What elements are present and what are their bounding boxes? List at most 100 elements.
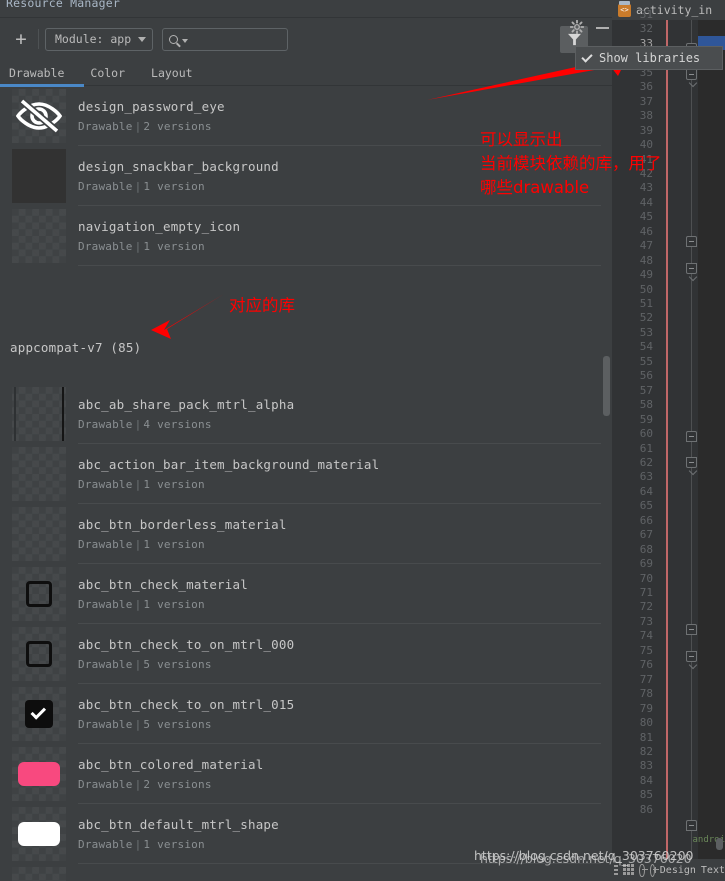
line-number: 38 bbox=[639, 109, 653, 123]
library-group-label: appcompat-v7 (85) bbox=[10, 339, 142, 355]
line-number: 60 bbox=[639, 427, 653, 441]
resource-name: design_snackbar_background bbox=[78, 159, 279, 174]
show-libraries-menu-item[interactable]: Show libraries bbox=[575, 46, 723, 70]
list-item[interactable]: abc_action_bar_item_background_material … bbox=[0, 444, 612, 504]
minimize-icon[interactable] bbox=[596, 27, 609, 29]
line-number: 31 bbox=[639, 8, 653, 21]
list-item[interactable]: abc_btn_check_material Drawable | 1 versio… bbox=[0, 564, 612, 624]
chevron-down-icon bbox=[182, 39, 189, 43]
list-item[interactable]: abc_btn_colored_material Drawable | 2 vers… bbox=[0, 744, 612, 804]
line-number: 65 bbox=[639, 499, 653, 513]
editor-code-area[interactable] bbox=[698, 20, 725, 860]
line-number: 57 bbox=[639, 383, 653, 397]
funnel-icon bbox=[567, 33, 581, 46]
line-number: 86 bbox=[639, 802, 653, 816]
meta-separator: | bbox=[134, 838, 142, 851]
resource-type: Drawable bbox=[78, 778, 133, 791]
fold-marker[interactable] bbox=[686, 431, 697, 442]
fold-marker[interactable] bbox=[686, 236, 697, 247]
resource-meta: Drawable | 1 version bbox=[78, 240, 240, 253]
tab-layout[interactable]: Layout bbox=[151, 66, 207, 80]
module-selector[interactable]: Module: app bbox=[45, 27, 154, 51]
xml-file-icon: <> bbox=[618, 0, 631, 17]
resource-name: abc_btn_check_to_on_mtrl_015 bbox=[78, 697, 295, 712]
resource-thumbnail bbox=[12, 209, 66, 263]
line-number: 49 bbox=[639, 268, 653, 282]
resource-name: navigation_empty_icon bbox=[78, 219, 241, 234]
line-number: 69 bbox=[639, 557, 653, 571]
resource-name: abc_btn_check_material bbox=[78, 577, 248, 592]
editor-scrollbar-thumb[interactable] bbox=[716, 838, 723, 850]
resource-type: Drawable bbox=[78, 658, 133, 671]
fold-marker[interactable] bbox=[686, 820, 697, 831]
show-libraries-label: Show libraries bbox=[599, 51, 701, 65]
editor-tabbar: <> activity_in bbox=[612, 0, 725, 20]
tab-text[interactable]: Text bbox=[701, 865, 725, 876]
list-item[interactable]: abc_btn_borderless_material Drawable | 1 v… bbox=[0, 504, 612, 564]
meta-separator: | bbox=[134, 120, 142, 133]
check-icon bbox=[30, 704, 47, 720]
line-number: 63 bbox=[639, 470, 653, 484]
resource-versions: 1 version bbox=[143, 240, 205, 253]
toolbar-divider bbox=[38, 29, 39, 49]
resource-text: abc_ab_share_pack_mtrl_alpha Drawable | 4 … bbox=[78, 397, 294, 431]
coverage-marker-line bbox=[666, 20, 668, 860]
line-number: 47 bbox=[639, 239, 653, 253]
panel-toolbar: + Module: app bbox=[0, 18, 612, 60]
resource-name: abc_ab_share_pack_mtrl_alpha bbox=[78, 397, 295, 412]
resource-name: abc_btn_colored_material bbox=[78, 757, 264, 772]
list-item[interactable]: abc_btn_check_to_on_mtrl_000 Drawable | 5 … bbox=[0, 624, 612, 684]
resource-versions: 1 version bbox=[143, 598, 205, 611]
line-number: 85 bbox=[639, 788, 653, 802]
fold-marker[interactable] bbox=[686, 457, 697, 468]
line-number: 56 bbox=[639, 369, 653, 383]
annotation-libraries-note: 可以显示出 当前模块依赖的库，用了 哪些drawable bbox=[480, 130, 662, 197]
line-number: 68 bbox=[639, 542, 653, 556]
panel-scrollbar[interactable] bbox=[601, 86, 612, 881]
line-number: 77 bbox=[639, 672, 653, 686]
checkbox-unchecked-icon bbox=[26, 641, 52, 667]
line-number: 53 bbox=[639, 325, 653, 339]
fold-marker[interactable] bbox=[686, 69, 697, 80]
gear-icon[interactable] bbox=[570, 20, 584, 34]
line-number: 36 bbox=[639, 80, 653, 94]
meta-separator: | bbox=[134, 598, 142, 611]
resource-meta: Drawable | 2 versions bbox=[78, 778, 263, 791]
list-item[interactable] bbox=[0, 864, 612, 881]
resource-type: Drawable bbox=[78, 418, 133, 431]
add-resource-button[interactable]: + bbox=[8, 26, 34, 52]
resource-type: Drawable bbox=[78, 538, 133, 551]
chevron-down-icon bbox=[138, 36, 147, 42]
resource-type: Drawable bbox=[78, 838, 133, 851]
library-group-header[interactable]: appcompat-v7 (85) bbox=[0, 334, 612, 360]
line-number: 46 bbox=[639, 224, 653, 238]
resource-text: abc_btn_check_to_on_mtrl_000 Drawable | 5 … bbox=[78, 637, 294, 671]
resource-list[interactable]: design_password_eye Drawable | 2 versions … bbox=[0, 86, 612, 881]
list-item[interactable]: navigation_empty_icon Drawable | 1 version bbox=[0, 206, 612, 266]
search-input[interactable] bbox=[162, 27, 289, 51]
line-number: 79 bbox=[639, 701, 653, 715]
resource-thumbnail bbox=[12, 807, 66, 861]
line-number: 74 bbox=[639, 629, 653, 643]
resource-thumbnail bbox=[12, 627, 66, 681]
fold-marker[interactable] bbox=[686, 624, 697, 635]
resource-thumbnail bbox=[12, 447, 66, 501]
panel-scrollbar-thumb[interactable] bbox=[603, 356, 610, 416]
resource-versions: 1 version bbox=[143, 538, 205, 551]
resource-versions: 1 version bbox=[143, 838, 205, 851]
tab-drawable[interactable]: Drawable bbox=[9, 66, 78, 80]
resource-manager-screen: Resource Manager + Module: app Drawable … bbox=[0, 0, 725, 881]
tab-color[interactable]: Color bbox=[90, 66, 139, 80]
line-number: 80 bbox=[639, 716, 653, 730]
list-item[interactable]: abc_ab_share_pack_mtrl_alpha Drawable | 4 … bbox=[0, 384, 612, 444]
line-number: 58 bbox=[639, 398, 653, 412]
resource-text: abc_action_bar_item_background_material … bbox=[78, 457, 379, 491]
resource-thumbnail bbox=[12, 387, 66, 441]
tab-design[interactable]: Design bbox=[660, 865, 696, 876]
resource-thumbnail bbox=[12, 867, 66, 881]
fold-marker[interactable] bbox=[686, 263, 697, 274]
fold-marker[interactable] bbox=[686, 651, 697, 662]
meta-separator: | bbox=[134, 180, 142, 193]
list-item[interactable]: abc_btn_check_to_on_mtrl_015 Drawable | 5 … bbox=[0, 684, 612, 744]
meta-separator: | bbox=[134, 778, 142, 791]
